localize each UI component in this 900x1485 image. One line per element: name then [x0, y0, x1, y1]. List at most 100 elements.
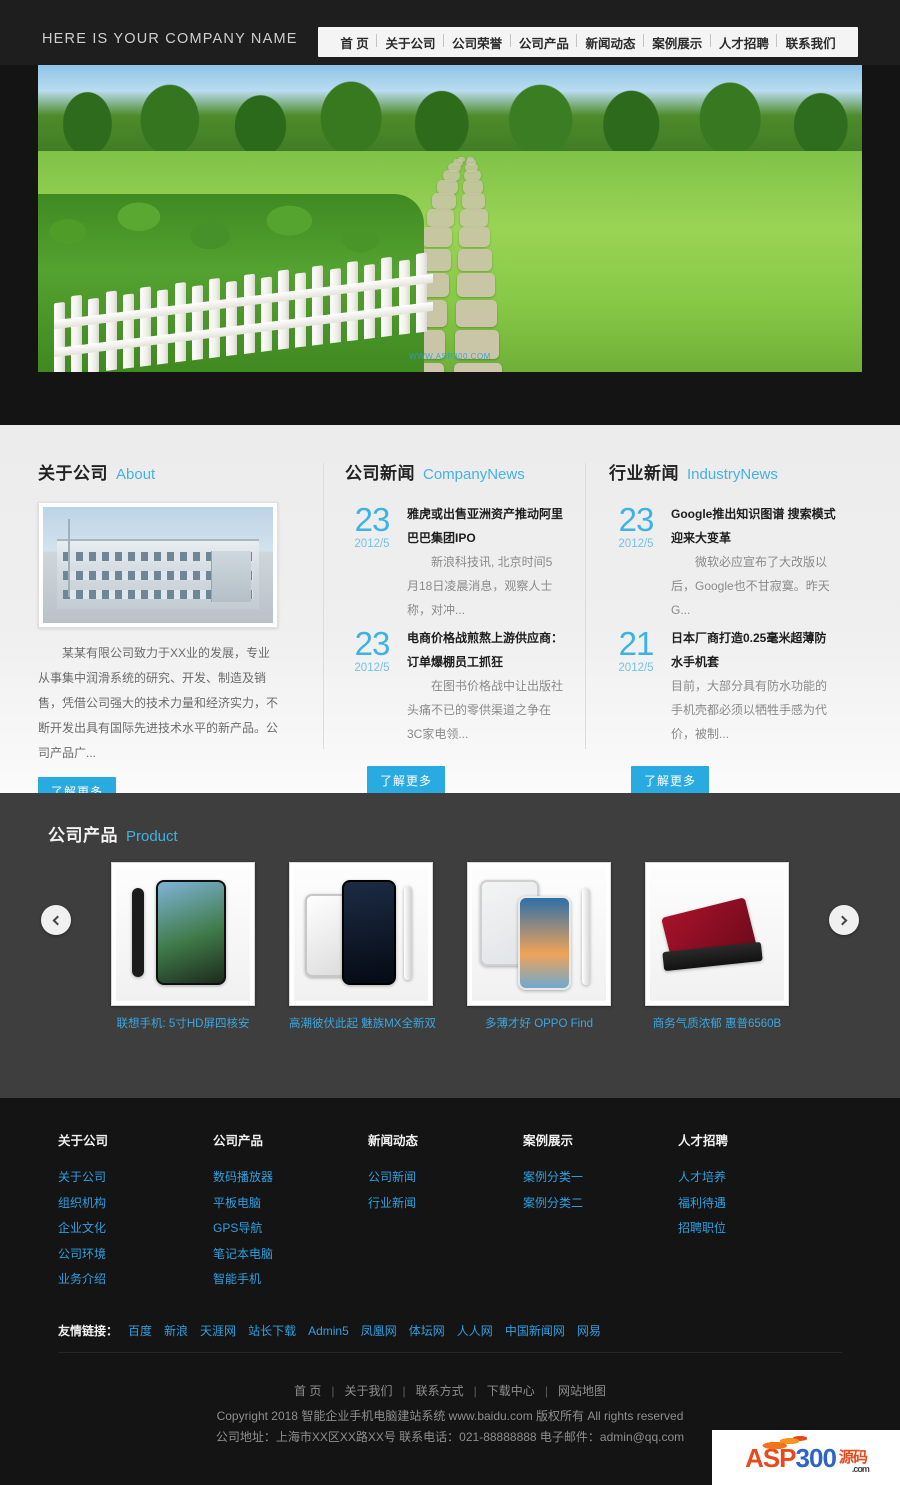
footer-link[interactable]: 行业新闻 [368, 1191, 523, 1217]
fence-picket [243, 273, 255, 354]
company-news-heading-cn: 公司新闻 [345, 464, 415, 483]
carousel-prev-button[interactable] [41, 905, 71, 935]
footer-link[interactable]: 案例分类一 [523, 1165, 678, 1191]
footer-link[interactable]: 智能手机 [213, 1267, 368, 1293]
footer-bottom-link[interactable]: 下载中心 [487, 1384, 535, 1398]
product-thumbnail[interactable] [289, 862, 433, 1006]
footer-link[interactable]: 招聘职位 [678, 1216, 833, 1242]
friendly-links: 友情链接： 百度 新浪 天涯网 站长下载 Admin5 凤凰网 体坛网 人人网 中国新闻网 网易 [58, 1322, 842, 1353]
hero-banner-image[interactable]: WWW.ASP300.COM [38, 65, 862, 372]
friendly-link[interactable]: 站长下载 [248, 1324, 296, 1338]
products-heading: 公司产品 Product [0, 821, 900, 846]
news-title[interactable]: 日本厂商打造0.25毫米超薄防水手机套 [671, 626, 837, 674]
product-card[interactable]: 联想手机: 5寸HD屏四核安 [111, 862, 255, 1031]
friendly-link[interactable]: 网易 [577, 1324, 601, 1338]
friendly-link[interactable]: 体坛网 [409, 1324, 445, 1338]
news-item[interactable]: 23 2012/5 电商价格战煎熬上游供应商：订单爆棚员工抓狂 在图书价格战中让… [345, 626, 563, 746]
product-thumbnail[interactable] [111, 862, 255, 1006]
news-summary: 在图书价格战中让出版社头痛不已的零供渠道之争在3C家电领... [407, 679, 564, 741]
industry-news-more-button[interactable]: 了解更多 [631, 766, 710, 796]
news-title[interactable]: Google推出知识图谱 搜索模式迎来大变革 [671, 502, 837, 550]
news-date: 23 2012/5 [345, 626, 399, 746]
watermark-com: .com [851, 1463, 870, 1474]
nav-item-contact[interactable]: 联系我们 [776, 33, 844, 52]
product-card[interactable]: 多薄才好 OPPO Find [467, 862, 611, 1031]
fence-picket [157, 289, 169, 365]
device-mockup [581, 888, 590, 985]
news-title[interactable]: 雅虎或出售亚洲资产推动阿里巴巴集团IPO [407, 502, 563, 550]
product-image [116, 867, 250, 1001]
path-stone [457, 272, 495, 298]
flame-icon [761, 1432, 808, 1451]
footer-link[interactable]: GPS导航 [213, 1216, 368, 1242]
footer-link[interactable]: 业务介绍 [58, 1267, 213, 1293]
footer-column-heading: 关于公司 [58, 1134, 109, 1148]
company-name: HERE IS YOUR COMPANY NAME [42, 31, 298, 47]
product-card[interactable]: 高潮彼伏此起 魅族MX全新双 [289, 862, 436, 1031]
fence-picket [88, 297, 100, 372]
nav-item-products[interactable]: 公司产品 [509, 33, 578, 52]
product-thumbnail[interactable] [467, 862, 611, 1006]
footer-link[interactable]: 组织机构 [58, 1191, 213, 1217]
footer-column-heading: 案例展示 [523, 1134, 574, 1148]
product-thumbnail[interactable] [645, 862, 789, 1006]
footer-link[interactable]: 案例分类二 [523, 1191, 678, 1217]
fence-picket [261, 276, 273, 352]
fence-picket [175, 281, 187, 363]
product-caption[interactable]: 商务气质浓郁 惠普6560B [645, 1015, 789, 1031]
news-date: 23 2012/5 [345, 502, 399, 622]
footer-link[interactable]: 人才培养 [678, 1165, 833, 1191]
footer-bottom-link[interactable]: 网站地图 [558, 1384, 606, 1398]
friendly-link[interactable]: 人人网 [457, 1324, 493, 1338]
footer-link[interactable]: 企业文化 [58, 1216, 213, 1242]
friendly-link[interactable]: 天涯网 [200, 1324, 236, 1338]
path-stone [458, 248, 493, 271]
product-caption[interactable]: 联想手机: 5寸HD屏四核安 [111, 1015, 255, 1031]
nav-item-news[interactable]: 新闻动态 [576, 33, 644, 52]
nav-item-home[interactable]: 首 页 [332, 33, 377, 52]
friendly-link[interactable]: 新浪 [164, 1324, 188, 1338]
footer-bottom-link[interactable]: 联系方式 [416, 1384, 464, 1398]
footer-link-columns: 关于公司 关于公司 组织机构 企业文化 公司环境 业务介绍 公司产品 数码播放器… [0, 1130, 900, 1293]
nav-item-about[interactable]: 关于公司 [376, 33, 444, 52]
footer-link[interactable]: 关于公司 [58, 1165, 213, 1191]
footer-link[interactable]: 数码播放器 [213, 1165, 368, 1191]
nav-item-cases[interactable]: 案例展示 [642, 33, 711, 52]
fence-picket [381, 256, 393, 337]
nav-item-careers[interactable]: 人才招聘 [709, 33, 778, 52]
footer-link[interactable]: 平板电脑 [213, 1191, 368, 1217]
nav-item-honor[interactable]: 公司荣誉 [442, 33, 511, 52]
company-news-more-button[interactable]: 了解更多 [367, 766, 446, 796]
footer-column-heading: 新闻动态 [368, 1134, 419, 1148]
building-image [56, 539, 260, 610]
fence-picket [295, 272, 307, 348]
footer-link[interactable]: 公司新闻 [368, 1165, 523, 1191]
friendly-link[interactable]: 凤凰网 [361, 1324, 397, 1338]
footer-link[interactable]: 笔记本电脑 [213, 1242, 368, 1268]
about-heading-en: About [116, 466, 156, 483]
about-description: 某某有限公司致力于XX业的发展，专业从事集中润滑系统的研究、开发、制造及销售，凭… [38, 646, 279, 760]
news-item[interactable]: 23 2012/5 雅虎或出售亚洲资产推动阿里巴巴集团IPO 新浪科技讯, 北京… [345, 502, 563, 622]
product-card[interactable]: 商务气质浓郁 惠普6560B [645, 862, 789, 1031]
footer-bottom-link[interactable]: 关于我们 [345, 1384, 393, 1398]
footer-link[interactable]: 福利待遇 [678, 1191, 833, 1217]
news-item[interactable]: 23 2012/5 Google推出知识图谱 搜索模式迎来大变革 微软必应宣布了… [609, 502, 837, 622]
fence-picket [364, 263, 376, 339]
product-caption[interactable]: 高潮彼伏此起 魅族MX全新双 [289, 1015, 436, 1031]
news-title[interactable]: 电商价格战煎熬上游供应商：订单爆棚员工抓狂 [407, 626, 563, 674]
carousel-next-button[interactable] [829, 905, 859, 935]
fence-picket [312, 264, 324, 346]
about-company-photo[interactable] [38, 502, 278, 628]
fence-picket [140, 285, 152, 367]
product-caption[interactable]: 多薄才好 OPPO Find [467, 1015, 611, 1031]
friendly-link[interactable]: 百度 [128, 1324, 152, 1338]
main-navigation[interactable]: 首 页 关于公司 公司荣誉 公司产品 新闻动态 案例展示 人才招聘 联系我们 [318, 27, 858, 57]
friendly-link[interactable]: 中国新闻网 [505, 1324, 565, 1338]
products-heading-en: Product [126, 828, 178, 845]
footer-link[interactable]: 公司环境 [58, 1242, 213, 1268]
news-item[interactable]: 21 2012/5 日本厂商打造0.25毫米超薄防水手机套 目前，大部分具有防水… [609, 626, 837, 746]
footer-bottom-link[interactable]: 首 页 [294, 1384, 321, 1398]
flag-pole [68, 518, 71, 598]
friendly-link[interactable]: Admin5 [308, 1324, 349, 1338]
banner-caption: WWW.ASP300.COM [409, 352, 491, 361]
